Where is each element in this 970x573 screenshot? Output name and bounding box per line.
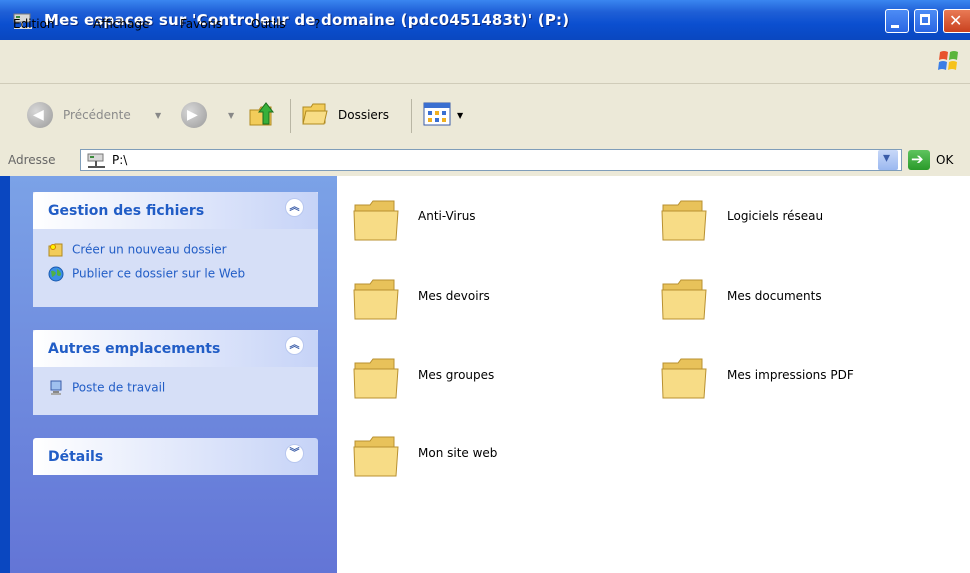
task-new-folder-label: Créer un nouveau dossier xyxy=(72,242,227,257)
menu-help[interactable]: ? xyxy=(314,17,320,31)
back-dropdown-icon[interactable]: ▼ xyxy=(155,111,161,120)
menu-favoris[interactable]: Favoris xyxy=(180,17,222,31)
folder-icon[interactable] xyxy=(352,274,402,324)
collapse-chevron-up-icon[interactable]: ︽ xyxy=(285,336,304,355)
window-left-border xyxy=(0,176,10,573)
other-places-header[interactable]: Autres emplacements ︽ xyxy=(33,330,318,367)
address-input[interactable] xyxy=(80,149,902,171)
folder-label[interactable]: Anti-Virus xyxy=(418,209,476,223)
folders-button[interactable]: Dossiers xyxy=(338,108,389,122)
place-my-computer-label: Poste de travail xyxy=(72,380,166,395)
other-places-title: Autres emplacements xyxy=(48,341,221,357)
menu-outils[interactable]: Outils xyxy=(251,17,286,31)
folder-icon[interactable] xyxy=(660,274,710,324)
address-dropdown-button[interactable] xyxy=(878,150,898,170)
folders-icon xyxy=(302,103,328,125)
up-folder-icon[interactable] xyxy=(247,98,279,130)
task-publish-web-label: Publier ce dossier sur le Web xyxy=(72,266,246,281)
details-header[interactable]: Détails ︾ xyxy=(33,438,318,475)
toolbar xyxy=(0,84,970,148)
toolbar-separator xyxy=(411,99,412,133)
file-tasks-title: Gestion des fichiers xyxy=(48,203,205,219)
details-panel: Détails ︾ xyxy=(33,438,318,475)
folder-icon[interactable] xyxy=(352,353,402,403)
expand-chevron-down-icon[interactable]: ︾ xyxy=(285,444,304,463)
forward-button[interactable]: ▶ xyxy=(181,102,207,128)
maximize-button[interactable] xyxy=(914,9,938,33)
windows-logo-icon xyxy=(938,51,958,70)
folder-icon[interactable] xyxy=(660,195,710,245)
task-publish-web[interactable]: Publier ce dossier sur le Web xyxy=(48,266,245,282)
close-button[interactable] xyxy=(943,9,970,33)
folder-icon[interactable] xyxy=(660,353,710,403)
collapse-chevron-up-icon[interactable]: ︽ xyxy=(285,198,304,217)
task-new-folder[interactable]: Créer un nouveau dossier xyxy=(48,242,227,258)
menu-bar xyxy=(0,40,970,84)
views-icon[interactable] xyxy=(423,102,451,126)
details-title: Détails xyxy=(48,449,104,465)
go-button[interactable] xyxy=(908,150,930,170)
address-label: Adresse xyxy=(8,153,56,167)
globe-icon xyxy=(48,266,64,282)
folder-label[interactable]: Mes documents xyxy=(727,289,822,303)
back-button[interactable]: ◀ xyxy=(27,102,53,128)
folder-label[interactable]: Mes devoirs xyxy=(418,289,490,303)
toolbar-separator xyxy=(290,99,291,133)
views-dropdown-icon[interactable]: ▼ xyxy=(457,111,463,120)
menu-affichage[interactable]: Affichage xyxy=(93,17,149,31)
other-places-panel: Autres emplacements ︽ Poste de travail xyxy=(33,330,318,415)
forward-arrow-icon: ▶ xyxy=(187,107,198,123)
computer-icon xyxy=(50,380,62,395)
new-folder-icon xyxy=(48,243,63,257)
file-tasks-header[interactable]: Gestion des fichiers ︽ xyxy=(33,192,318,229)
folder-label[interactable]: Mes impressions PDF xyxy=(727,368,854,382)
address-value: P:\ xyxy=(112,153,128,167)
folder-icon[interactable] xyxy=(352,431,402,481)
folder-icon[interactable] xyxy=(352,195,402,245)
go-label[interactable]: OK xyxy=(936,153,953,167)
back-label: Précédente xyxy=(63,108,131,122)
minimize-button[interactable] xyxy=(885,9,909,33)
forward-dropdown-icon[interactable]: ▼ xyxy=(228,111,234,120)
network-drive-icon xyxy=(87,153,105,168)
file-tasks-panel: Gestion des fichiers ︽ Créer un nouveau … xyxy=(33,192,318,307)
menu-edition[interactable]: Edition xyxy=(13,17,55,31)
place-my-computer[interactable]: Poste de travail xyxy=(48,380,165,396)
folder-label[interactable]: Mon site web xyxy=(418,446,497,460)
folder-label[interactable]: Logiciels réseau xyxy=(727,209,823,223)
back-arrow-icon: ◀ xyxy=(33,107,44,123)
folder-label[interactable]: Mes groupes xyxy=(418,368,494,382)
